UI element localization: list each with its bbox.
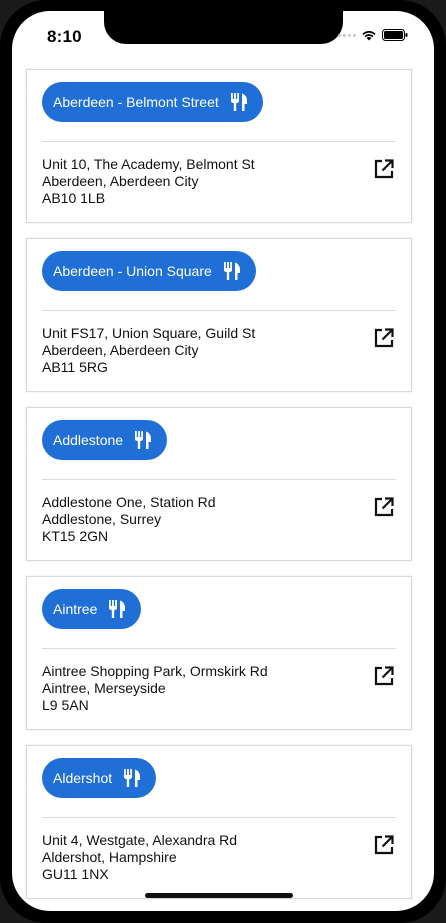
location-name-pill[interactable]: Aberdeen - Belmont Street [42,82,263,122]
location-name-pill[interactable]: Addlestone [42,420,168,460]
address-block: Unit 10, The Academy, Belmont St Aberdee… [42,156,255,207]
address-line-2: Aberdeen, Aberdeen City [42,342,199,358]
address-postcode: AB10 1LB [42,190,106,206]
address-line-1: Unit 10, The Academy, Belmont St [42,156,255,172]
address-block: Unit FS17, Union Square, Guild St Aberde… [42,325,255,376]
address-postcode: KT15 2GN [42,528,109,544]
address-block: Addlestone One, Station Rd Addlestone, S… [42,494,216,545]
location-list[interactable]: Aberdeen - Belmont Street Unit 10, The A… [26,69,412,911]
location-card[interactable]: Addlestone Addlestone One, Station Rd Ad… [26,407,412,561]
address-postcode: AB11 5RG [42,359,108,375]
location-card[interactable]: Aberdeen - Union Square Unit FS17, Union… [26,238,412,392]
home-indicator [145,893,293,898]
app-screen: 8:10 Aberdeen - Belmont Street Unit 10, … [12,11,434,911]
location-card[interactable]: Aintree Aintree Shopping Park, Ormskirk … [26,576,412,730]
open-external-icon[interactable] [373,496,395,518]
restaurant-icon [222,261,242,281]
restaurant-icon [229,92,249,112]
status-indicators [338,29,408,41]
address-postcode: L9 5AN [42,697,89,713]
location-name: Aberdeen - Belmont Street [53,94,219,110]
restaurant-icon [107,599,127,619]
battery-icon [382,29,408,41]
location-card[interactable]: Aberdeen - Belmont Street Unit 10, The A… [26,69,412,223]
address-line-2: Addlestone, Surrey [42,511,162,527]
restaurant-icon [122,768,142,788]
card-divider [42,479,396,480]
location-name-pill[interactable]: Aberdeen - Union Square [42,251,256,291]
restaurant-icon [133,430,153,450]
address-line-2: Aberdeen, Aberdeen City [42,173,199,189]
location-name: Addlestone [53,432,124,448]
location-name: Aberdeen - Union Square [53,263,212,279]
open-external-icon[interactable] [373,665,395,687]
card-divider [42,141,396,142]
address-line-1: Unit 4, Westgate, Alexandra Rd [42,832,238,848]
card-divider [42,310,396,311]
wifi-icon [361,29,377,41]
address-line-1: Aintree Shopping Park, Ormskirk Rd [42,663,268,679]
address-postcode: GU11 1NX [42,866,109,882]
location-name: Aldershot [53,770,113,786]
address-line-2: Aldershot, Hampshire [42,849,177,865]
address-line-2: Aintree, Merseyside [42,680,166,696]
address-block: Unit 4, Westgate, Alexandra Rd Aldershot… [42,832,237,883]
location-name-pill[interactable]: Aldershot [42,758,157,798]
location-name: Aintree [53,601,98,617]
location-name-pill[interactable]: Aintree [42,589,142,629]
address-line-1: Unit FS17, Union Square, Guild St [42,325,256,341]
card-divider [42,648,396,649]
status-time: 8:10 [47,27,82,46]
open-external-icon[interactable] [373,327,395,349]
device-notch [104,11,343,44]
open-external-icon[interactable] [373,834,395,856]
address-line-1: Addlestone One, Station Rd [42,494,216,510]
signal-icon [338,33,356,37]
location-card[interactable]: Aldershot Unit 4, Westgate, Alexandra Rd… [26,745,412,899]
phone-frame: 8:10 Aberdeen - Belmont Street Unit 10, … [0,0,446,923]
address-block: Aintree Shopping Park, Ormskirk Rd Aintr… [42,663,268,714]
card-divider [42,817,396,818]
open-external-icon[interactable] [373,158,395,180]
